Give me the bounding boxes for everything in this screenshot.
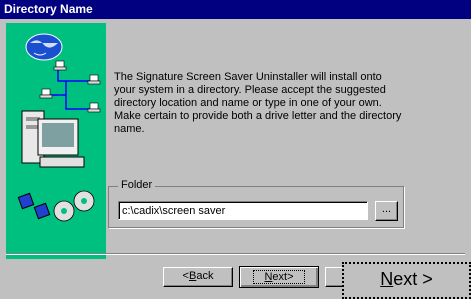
floppy-disk-icon [17, 192, 51, 220]
separator [6, 253, 465, 255]
network-computer-icon [53, 60, 67, 71]
globe-icon [25, 33, 63, 61]
next-label: ext> [272, 271, 294, 283]
computer-icon [21, 110, 85, 168]
zoom-mnemonic: N [380, 269, 394, 289]
next-focus-rect: Next> [253, 270, 305, 284]
setup-illustration [6, 23, 106, 259]
next-button-zoom: Next > [342, 262, 471, 299]
zoom-label: ext > [393, 269, 433, 289]
next-button[interactable]: Next> [239, 266, 319, 288]
back-button[interactable]: <Back [163, 267, 233, 287]
folder-path-input[interactable] [118, 201, 368, 220]
browse-button[interactable]: ... [375, 201, 398, 221]
cd-icon [53, 190, 95, 222]
description-text: The Signature Screen Saver Uninstaller w… [114, 71, 402, 135]
folder-label: Folder [118, 179, 156, 191]
back-label: ack [196, 270, 214, 282]
window-title: Directory Name [0, 0, 471, 19]
